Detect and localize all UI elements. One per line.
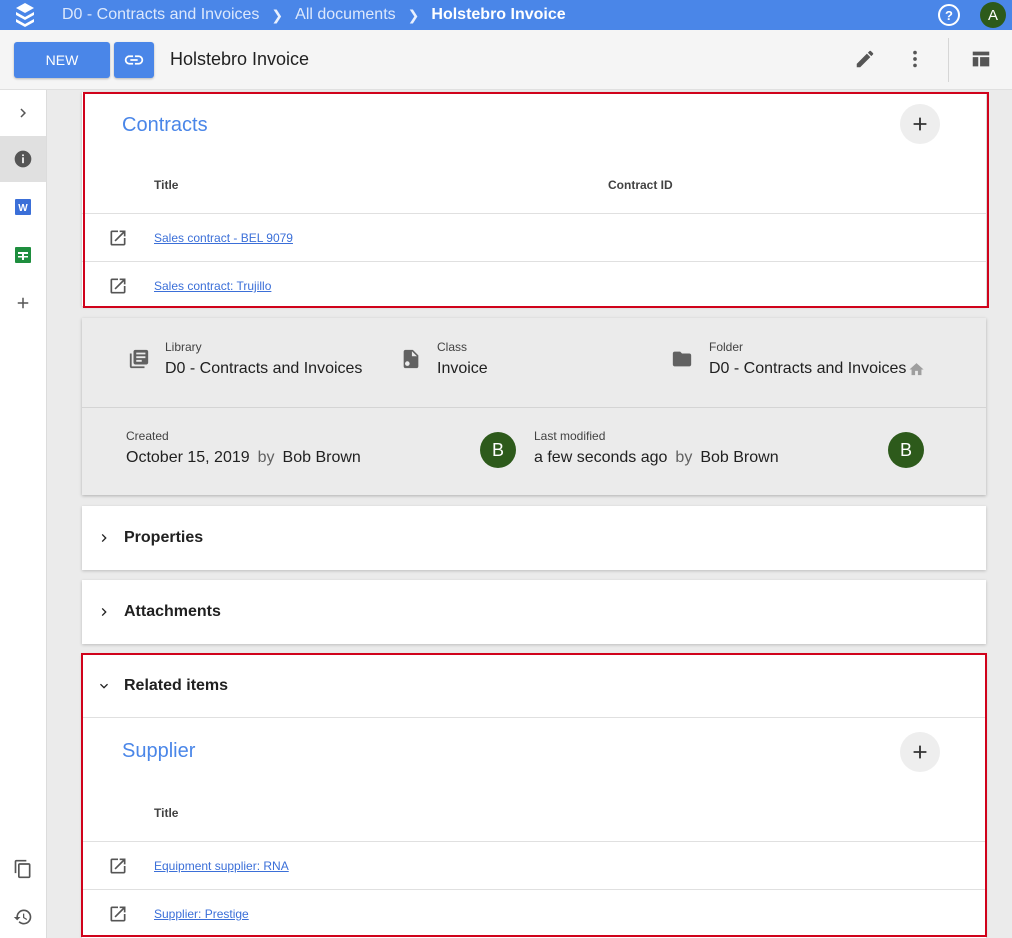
table-row: Equipment supplier: RNA <box>82 841 986 889</box>
layout-icon <box>972 51 990 67</box>
contract-link[interactable]: Sales contract - BEL 9079 <box>154 231 293 245</box>
sidebar-item-sheets[interactable] <box>0 232 46 278</box>
contracts-section: Contracts Title Contract ID Sales contra… <box>82 92 986 306</box>
related-items-section: Related items Supplier Title Equipment s… <box>82 654 986 938</box>
plus-icon <box>913 745 927 759</box>
open-in-new-icon[interactable] <box>108 904 128 924</box>
table-row: Sales contract: Trujillo <box>82 261 986 309</box>
toolbar: NEW Holstebro Invoice <box>0 30 1012 90</box>
modified-date: a few seconds ago <box>534 449 668 466</box>
sidebar-item-word[interactable]: W <box>0 184 46 230</box>
chevron-right-icon: ❯ <box>271 6 284 23</box>
toolbar-divider <box>948 38 949 82</box>
table-row: Supplier: Prestige <box>82 889 986 937</box>
attachments-header[interactable]: Attachments <box>82 580 986 644</box>
contracts-title: Contracts <box>122 114 208 136</box>
attachments-section: Attachments <box>82 580 986 644</box>
sidebar-history-button[interactable] <box>0 894 46 938</box>
breadcrumb-library[interactable]: D0 - Contracts and Invoices <box>62 6 259 24</box>
sidebar-copy-button[interactable] <box>0 846 46 892</box>
breadcrumb: D0 - Contracts and Invoices ❯ All docume… <box>50 6 566 24</box>
sidebar-item-info[interactable] <box>0 136 46 182</box>
class-value: Invoice <box>437 360 488 377</box>
library-icon <box>129 349 149 369</box>
add-contract-button[interactable] <box>900 104 940 144</box>
chevron-right-icon <box>20 108 26 118</box>
chevron-down-icon <box>100 683 108 689</box>
user-avatar[interactable]: A <box>980 2 1006 28</box>
chevron-right-icon: ❯ <box>407 6 420 23</box>
link-icon <box>124 55 144 65</box>
sidebar: W <box>0 90 47 938</box>
svg-text:W: W <box>18 203 28 214</box>
table-row: Sales contract - BEL 9079 <box>82 213 986 261</box>
spreadsheet-icon <box>15 247 31 263</box>
created-label: Created <box>126 429 169 443</box>
created-by-separator: by <box>257 449 275 466</box>
more-options-button[interactable] <box>902 46 928 72</box>
modified-value: a few seconds ago by Bob Brown <box>534 449 779 467</box>
folder-icon <box>672 351 692 367</box>
attachments-label: Attachments <box>124 603 221 620</box>
properties-section: Properties <box>82 506 986 570</box>
add-supplier-button[interactable] <box>900 732 940 772</box>
word-doc-icon: W <box>15 199 31 215</box>
chevron-right-icon <box>101 534 107 542</box>
document-info-panel: Library D0 - Contracts and Invoices Clas… <box>82 318 986 495</box>
library-value: D0 - Contracts and Invoices <box>165 360 363 377</box>
plus-icon <box>17 297 29 309</box>
open-in-new-icon[interactable] <box>108 856 128 876</box>
class-label: Class <box>437 340 468 354</box>
home-icon <box>909 363 924 376</box>
folder-value[interactable]: D0 - Contracts and Invoices <box>709 360 906 378</box>
properties-header[interactable]: Properties <box>82 506 986 570</box>
top-bar: D0 - Contracts and Invoices ❯ All docume… <box>0 0 1012 30</box>
more-vert-icon <box>913 50 917 68</box>
layout-toggle-button[interactable] <box>968 46 994 72</box>
contract-link[interactable]: Sales contract: Trujillo <box>154 279 271 293</box>
breadcrumb-current: Holstebro Invoice <box>431 6 566 23</box>
open-in-new-icon[interactable] <box>108 276 128 296</box>
folder-label: Folder <box>709 340 744 354</box>
column-header-contract-id[interactable]: Contract ID <box>608 178 673 192</box>
copy-link-button[interactable] <box>114 42 154 78</box>
copy-icon <box>14 859 31 879</box>
modified-label: Last modified <box>534 429 606 443</box>
created-date: October 15, 2019 <box>126 449 250 466</box>
created-value: October 15, 2019 by Bob Brown <box>126 449 361 467</box>
sidebar-add-button[interactable] <box>0 280 46 326</box>
creator-avatar[interactable]: B <box>480 432 516 468</box>
related-items-label: Related items <box>124 677 229 694</box>
modified-by-separator: by <box>675 449 693 466</box>
breadcrumb-all-documents[interactable]: All documents <box>295 6 396 24</box>
properties-label: Properties <box>124 529 204 546</box>
plus-icon <box>913 117 927 131</box>
page-title: Holstebro Invoice <box>170 49 310 69</box>
history-icon <box>13 909 32 925</box>
edit-button[interactable] <box>852 46 878 72</box>
help-icon[interactable]: ? <box>938 4 960 26</box>
modified-by-user: Bob Brown <box>700 449 779 466</box>
modifier-avatar[interactable]: B <box>888 432 924 468</box>
expand-sidebar-button[interactable] <box>0 90 46 136</box>
column-header-title[interactable]: Title <box>154 178 178 192</box>
pencil-icon <box>856 50 874 68</box>
related-items-header[interactable]: Related items <box>82 654 986 718</box>
class-icon <box>403 349 419 369</box>
created-by-user: Bob Brown <box>282 449 361 466</box>
app-logo-icon[interactable] <box>0 0 50 30</box>
column-header-title[interactable]: Title <box>154 806 178 820</box>
library-label: Library <box>165 340 202 354</box>
open-in-new-icon[interactable] <box>108 228 128 248</box>
supplier-title: Supplier <box>122 740 196 762</box>
new-button[interactable]: NEW <box>14 42 110 78</box>
chevron-right-icon <box>101 608 107 616</box>
info-icon <box>14 150 32 168</box>
supplier-link[interactable]: Supplier: Prestige <box>154 907 249 921</box>
supplier-link[interactable]: Equipment supplier: RNA <box>154 859 289 873</box>
